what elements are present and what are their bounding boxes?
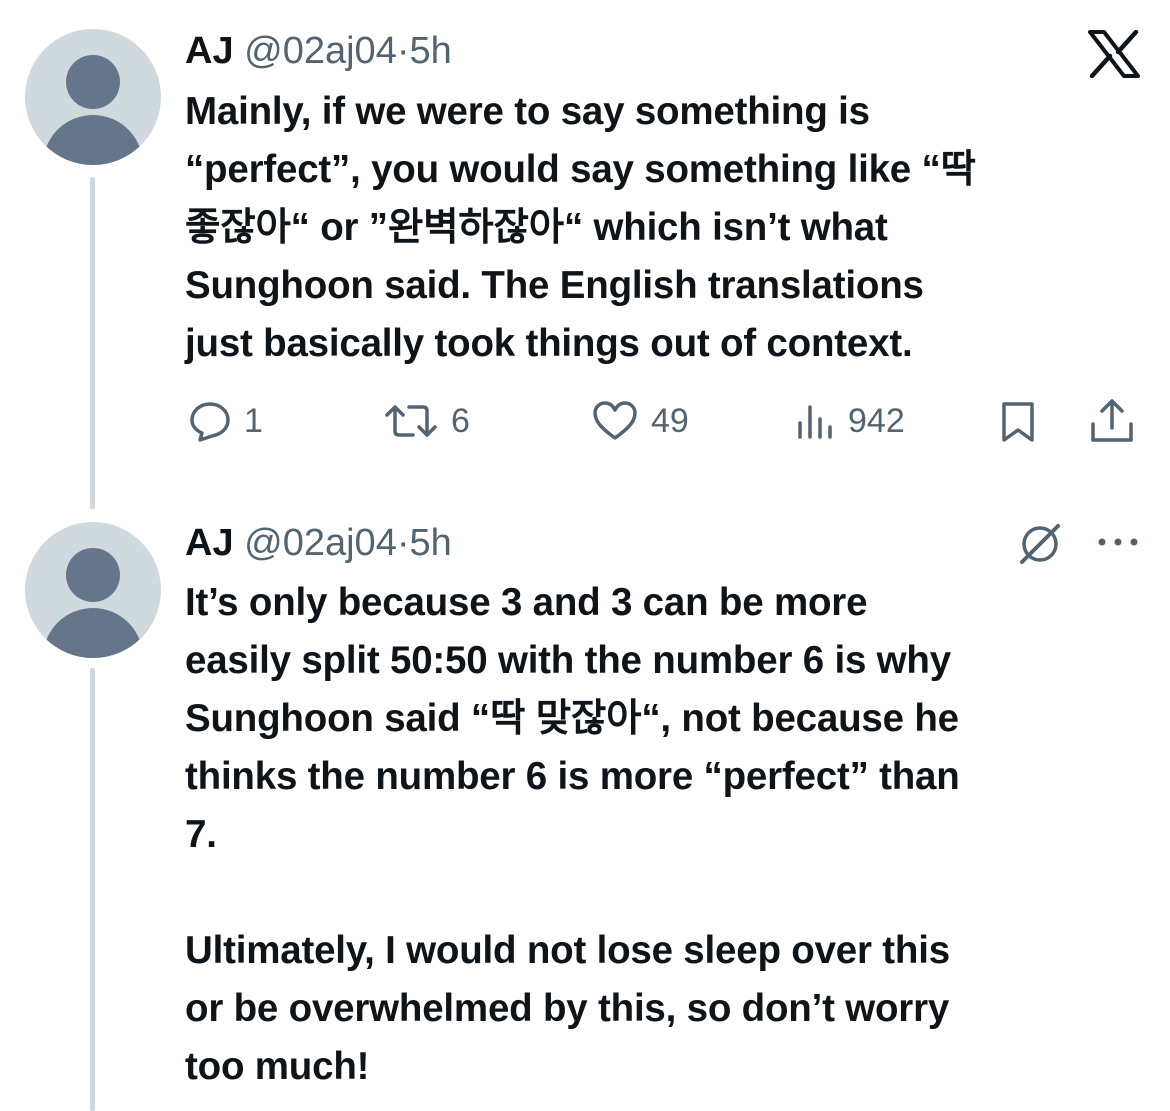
separator-dot: · xyxy=(396,30,410,72)
bookmark-icon[interactable] xyxy=(998,400,1038,444)
author-name[interactable]: AJ xyxy=(185,30,234,72)
tweet-header: AJ @02aj04·5h xyxy=(185,520,452,566)
avatar[interactable] xyxy=(25,29,161,165)
views-button[interactable]: 942 xyxy=(796,398,905,444)
text-line: Sunghoon said “딱 맞잖아“, not because he xyxy=(185,697,959,740)
text-line: too much! xyxy=(185,1045,370,1088)
separator-dot: · xyxy=(396,522,410,564)
reply-button[interactable]: 1 xyxy=(188,398,263,444)
author-handle[interactable]: @02aj04 xyxy=(244,522,397,564)
timestamp[interactable]: 5h xyxy=(409,522,451,564)
repost-count: 6 xyxy=(451,401,470,440)
tweet-text: It’s only because 3 and 3 can be more ea… xyxy=(185,574,960,1096)
text-line: just basically took things out of contex… xyxy=(185,322,913,365)
share-icon[interactable] xyxy=(1088,398,1136,444)
x-logo-icon[interactable] xyxy=(1088,30,1140,78)
thread-line xyxy=(90,177,95,509)
repost-icon xyxy=(383,401,439,441)
like-button[interactable]: 49 xyxy=(591,398,689,444)
text-line: easily split 50:50 with the number 6 is … xyxy=(185,639,951,682)
repost-button[interactable]: 6 xyxy=(383,398,470,444)
text-line: Ultimately, I would not lose sleep over … xyxy=(185,929,950,972)
text-line: thinks the number 6 is more “perfect” th… xyxy=(185,755,960,798)
timestamp[interactable]: 5h xyxy=(409,30,451,72)
tweet-header: AJ @02aj04·5h xyxy=(185,28,452,74)
text-line: 좋잖아“ or ”완벽하잖아“ which isn’t what xyxy=(185,206,888,249)
reply-count: 1 xyxy=(244,401,263,440)
avatar[interactable] xyxy=(25,522,161,658)
author-handle[interactable]: @02aj04 xyxy=(244,30,397,72)
like-count: 49 xyxy=(651,401,689,440)
author-name[interactable]: AJ xyxy=(185,522,234,564)
text-line: “perfect”, you would say something like … xyxy=(185,148,976,191)
text-line xyxy=(185,864,960,922)
thread-line xyxy=(90,668,95,1111)
more-icon[interactable] xyxy=(1096,536,1140,548)
text-line: Mainly, if we were to say something is xyxy=(185,90,870,133)
text-line: Sunghoon said. The English translations xyxy=(185,264,924,307)
view-count: 942 xyxy=(848,401,905,440)
tweet-text: Mainly, if we were to say something is “… xyxy=(185,83,976,373)
text-line: It’s only because 3 and 3 can be more xyxy=(185,581,868,624)
text-line: or be overwhelmed by this, so don’t worr… xyxy=(185,987,950,1030)
text-line: 7. xyxy=(185,813,217,856)
reply-icon xyxy=(188,400,232,442)
grok-icon[interactable] xyxy=(1016,520,1064,568)
views-icon xyxy=(796,401,836,441)
heart-icon xyxy=(591,400,639,442)
